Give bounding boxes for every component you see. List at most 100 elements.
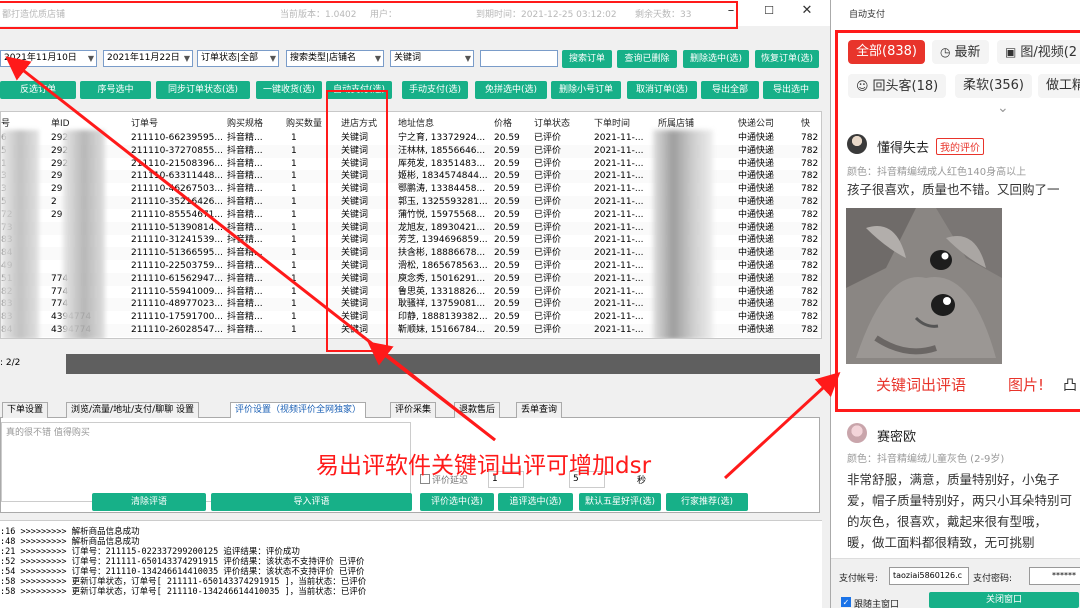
review-text: 爱，帽子质量特别好，两只小耳朵特别可 (847, 493, 1073, 508)
search-order-button[interactable]: 搜索订单 (562, 50, 612, 68)
cancel-order-button[interactable]: 取消订单(选) (627, 81, 697, 99)
row-price: 20.59 (494, 133, 520, 143)
tab-browse-settings[interactable]: 浏览/流量/地址/支付/聊聊 设置 (66, 402, 199, 418)
delete-selected-button[interactable]: 删除选中(选) (683, 50, 749, 68)
row-express: 中通快递 (738, 197, 775, 207)
maximize-button[interactable]: ☐ (755, 2, 783, 22)
default-five-star-button[interactable]: 默认五星好评(选) (579, 493, 661, 511)
row-status: 已评价 (534, 133, 562, 143)
row-order-no: 211110-55941009... (131, 286, 223, 297)
tab-refund[interactable]: 退款售后 (454, 402, 501, 418)
import-reviews-button[interactable]: 导入评语 (211, 493, 412, 511)
row-express: 中通快递 (738, 235, 775, 246)
row-address: 宁之育, 13372924... (398, 133, 486, 143)
chevron-down-icon[interactable]: ⌄ (997, 100, 1009, 116)
row-price: 20.59 (494, 299, 520, 310)
followup-review-button[interactable]: 追评选中(选) (498, 493, 573, 511)
export-all-button[interactable]: 导出全部 (701, 81, 759, 99)
row-k: 782 (801, 209, 819, 220)
row-price: 20.59 (494, 235, 520, 246)
row-address: 郭玉, 1325593281... (398, 197, 488, 207)
log-line: :58 >>>>>>>>> 更新订单状态，订单号[ 211110-1342466… (0, 587, 367, 597)
filter-pill-latest[interactable]: ◷ 最新 (932, 40, 989, 64)
row-status: 已评价 (534, 222, 562, 233)
col-order-no: 订单号 (131, 119, 159, 129)
order-status-select[interactable]: 订单状态|全部 ▼ (197, 50, 279, 67)
row-k: 782 (801, 248, 819, 259)
row-qty: 1 (291, 273, 297, 284)
horizontal-scrollbar[interactable] (66, 354, 820, 374)
search-input[interactable] (480, 50, 558, 67)
filter-pill-media[interactable]: ▣ 图/视频(2 (997, 40, 1080, 64)
col-index: 号 (1, 119, 11, 129)
follow-window-checkbox[interactable]: ✓ (841, 597, 851, 607)
panel-title: 自动支付 (849, 10, 886, 20)
close-window-button[interactable]: 关闭窗口 (929, 592, 1079, 608)
row-uid: 29 (51, 209, 63, 220)
filter-pill-craft[interactable]: 做工精 (1038, 74, 1080, 98)
review-text: 的灰色，很喜欢，戴起来很有型哦， (847, 514, 1048, 529)
tab-order-settings[interactable]: 下单设置 (2, 402, 49, 418)
delete-small-account-button[interactable]: 删除小号订单 (551, 81, 621, 99)
row-spec: 抖音精... (227, 312, 263, 323)
row-k: 782 (801, 235, 819, 246)
filter-pill-all[interactable]: 全部(838) (848, 40, 925, 64)
row-k: 782 (801, 299, 819, 310)
row-spec: 抖音精... (227, 197, 263, 207)
index-select-button[interactable]: 序号选中 (80, 81, 151, 99)
pay-password-input[interactable]: ****** (1029, 567, 1080, 585)
row-spec: 抖音精... (227, 299, 263, 310)
row-qty: 1 (291, 171, 297, 182)
row-spec: 抖音精... (227, 235, 263, 246)
date-start-picker[interactable]: 2021年11月10日 ▼ (0, 50, 97, 67)
thumbs-up-icon[interactable]: 凸 (1063, 375, 1077, 395)
manual-pay-button[interactable]: 手动支付(选) (402, 81, 468, 99)
one-click-receive-button[interactable]: 一键收货(选) (256, 81, 322, 99)
row-spec: 抖音精... (227, 171, 263, 182)
row-price: 20.59 (494, 312, 520, 323)
row-qty: 1 (291, 197, 297, 207)
tab-review-settings[interactable]: 评价设置（视频评价全网独家） (230, 402, 367, 418)
row-uid: 2 (51, 197, 57, 207)
log-line: :58 >>>>>>>>> 更新订单状态，订单号[ 211111-6501433… (0, 577, 367, 587)
filter-pill-soft[interactable]: 柔软(356) (955, 74, 1032, 98)
review-selected-button[interactable]: 评价选中(选) (420, 493, 494, 511)
row-time: 2021-11-... (594, 248, 644, 259)
sync-status-button[interactable]: 同步订单状态(选) (156, 81, 250, 99)
review-caption-image: 图片! (1008, 376, 1045, 394)
pay-account-input[interactable]: taoziai5860126.c (889, 567, 969, 585)
row-qty: 1 (291, 209, 297, 220)
export-selected-button[interactable]: 导出选中 (763, 81, 819, 99)
expert-recommend-button[interactable]: 行家推荐(选) (666, 493, 748, 511)
invert-select-button[interactable]: 反选订单 (0, 81, 76, 99)
row-spec: 抖音精... (227, 222, 263, 233)
close-button[interactable]: ✕ (793, 2, 821, 22)
col-shop: 所属店铺 (658, 119, 695, 129)
review-photo (846, 208, 1002, 364)
image-icon: ▣ (1005, 45, 1017, 59)
row-time: 2021-11-... (594, 299, 644, 310)
skip-group-button[interactable]: 免拼选中(选) (475, 81, 547, 99)
row-order-no: 211110-21508396... (131, 158, 223, 169)
tab-review-collect[interactable]: 评价采集 (390, 402, 437, 418)
keyword-select[interactable]: 关键词 ▼ (390, 50, 474, 67)
row-address: 鄂鹏涛, 13384458... (398, 184, 486, 195)
search-type-select[interactable]: 搜索类型|店铺名 ▼ (286, 50, 384, 67)
col-price: 价格 (494, 119, 513, 129)
clear-reviews-button[interactable]: 清除评语 (92, 493, 206, 511)
query-deleted-button[interactable]: 查询已删除 (617, 50, 677, 68)
row-price: 20.59 (494, 248, 520, 259)
restore-order-button[interactable]: 恢复订单(选) (755, 50, 819, 68)
row-time: 2021-11-... (594, 273, 644, 284)
tab-lost-order[interactable]: 丢单查询 (516, 402, 563, 418)
minimize-button[interactable]: – (717, 2, 745, 22)
row-k: 782 (801, 286, 819, 297)
activity-log: :16 >>>>>>>>> 解析商品信息成功 :48 >>>>>>>>> 解析商… (0, 520, 822, 608)
row-spec: 抖音精... (227, 325, 263, 335)
row-express: 中通快递 (738, 286, 775, 297)
filter-pill-label: 柔软(356) (963, 78, 1024, 93)
col-express: 快递公司 (738, 119, 775, 129)
date-end-picker[interactable]: 2021年11月22日 ▼ (103, 50, 193, 67)
row-order-no: 211110-51390814... (131, 222, 223, 233)
filter-pill-returning[interactable]: ☺ 回头客(18) (848, 74, 947, 98)
